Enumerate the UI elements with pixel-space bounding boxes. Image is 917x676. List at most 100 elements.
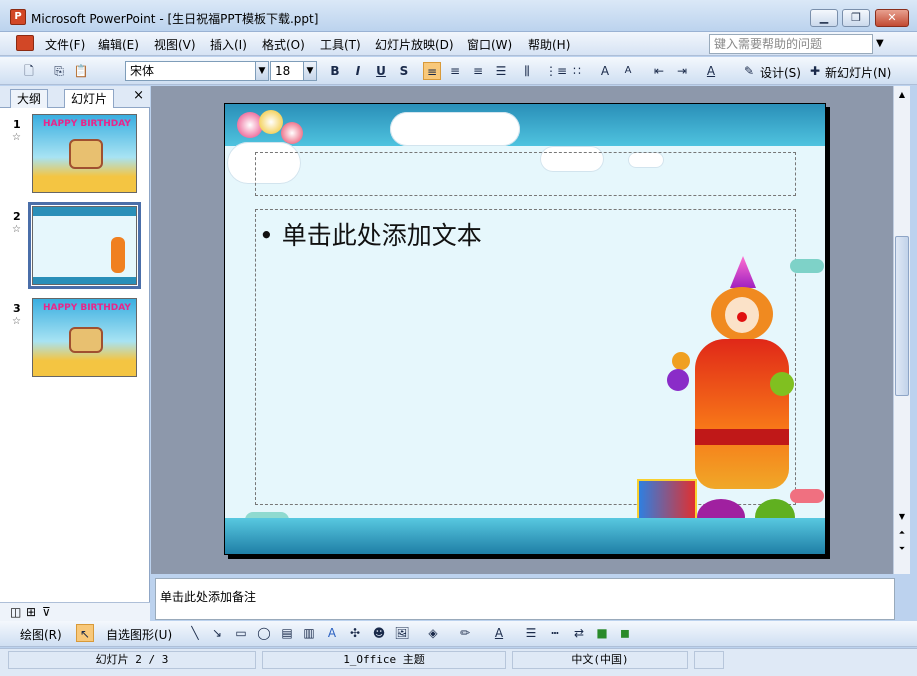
current-slide[interactable]: • 单击此处添加文本 [224,103,826,555]
sorter-view-icon[interactable]: ⊞ [26,605,36,619]
rectangle-tool-icon[interactable]: ▭ [232,624,250,642]
font-color-draw-icon[interactable]: A [490,624,508,642]
clown-body-image [695,339,789,489]
thumb-number-3: 3 [13,302,21,315]
design-button[interactable]: 设计(S) [760,64,801,81]
bold-button[interactable]: B [326,62,344,80]
thumb-number-1: 1 [13,118,21,131]
line-tool-icon[interactable]: ╲ [186,624,204,642]
distribute-icon[interactable]: ⫼ [518,62,536,80]
fill-color-icon[interactable]: ◈ [424,624,442,642]
view-buttons: ◫ ⊞ ⊽ [0,602,150,622]
paste-icon[interactable]: 📋 [72,62,90,80]
line-color-icon[interactable]: ✏ [456,624,474,642]
slide-thumbnail-1[interactable]: HAPPY BIRTHDAY [32,114,137,193]
menu-edit[interactable]: 编辑(E) [98,36,139,53]
document-menu-icon[interactable] [16,35,34,51]
textbox-tool-icon[interactable]: ▤ [278,624,296,642]
notes-pane[interactable]: 单击此处添加备注 [155,578,895,620]
slideshow-view-icon[interactable]: ⊽ [42,605,51,619]
cloud-image [390,112,520,146]
shadow-style-icon[interactable]: ■ [593,624,611,642]
candy-image [790,259,824,273]
diagram-icon[interactable]: ✣ [346,624,364,642]
font-dropdown-icon[interactable]: ▼ [255,61,269,81]
close-button[interactable]: ✕ [875,9,909,27]
3d-style-icon[interactable]: ◼ [616,624,634,642]
menu-format[interactable]: 格式(O) [262,36,305,53]
design-icon[interactable]: ✎ [740,62,758,80]
justify-icon[interactable]: ☰ [492,62,510,80]
menu-insert[interactable]: 插入(I) [210,36,247,53]
title-placeholder[interactable] [255,152,796,196]
juggling-ball-image [667,369,689,391]
size-dropdown-icon[interactable]: ▼ [303,61,317,81]
align-center-icon[interactable]: ≡ [446,62,464,80]
thumb-number-2: 2 [13,210,21,223]
menu-window[interactable]: 窗口(W) [467,36,512,53]
normal-view-icon[interactable]: ◫ [10,605,21,619]
align-right-icon[interactable]: ≡ [469,62,487,80]
draw-menu-button[interactable]: 绘图(R) [20,626,62,643]
clown-belt-image [695,429,789,445]
restore-icon: ❐ [851,11,861,24]
font-name-select[interactable]: 宋体 [125,61,257,81]
menu-slideshow[interactable]: 幻灯片放映(D) [375,36,454,53]
scroll-down-icon[interactable]: ▼ [895,510,909,524]
minimize-button[interactable]: ▁ [810,9,838,27]
window-title: Microsoft PowerPoint - [生日祝福PPT模板下载.ppt] [31,12,319,26]
tab-slides[interactable]: 幻灯片 [64,89,115,108]
line-style-icon[interactable]: ☰ [522,624,540,642]
lollipop-image [259,110,283,134]
help-search-input[interactable]: 键入需要帮助的问题 [709,34,873,54]
increase-font-icon[interactable]: A [596,62,614,80]
slide-thumbnail-3[interactable]: HAPPY BIRTHDAY [32,298,137,377]
scroll-thumb[interactable] [895,236,909,396]
font-color-icon[interactable]: A [702,62,720,80]
bullet-glyph: • [259,221,274,250]
restore-button[interactable]: ❐ [842,9,870,27]
previous-slide-icon[interactable]: ⏶ [895,526,909,540]
tab-outline[interactable]: 大纲 [10,89,49,108]
scroll-up-icon[interactable]: ▲ [895,88,909,102]
vertical-scrollbar[interactable]: ▲ ▼ ⏶ ⏷ [893,86,910,574]
select-pointer-icon[interactable]: ↖ [76,624,94,642]
increase-indent-icon[interactable]: ⇥ [673,62,691,80]
thumb-band [33,207,136,216]
arrow-style-icon[interactable]: ⇄ [570,624,588,642]
italic-button[interactable]: I [349,62,367,80]
menu-help[interactable]: 帮助(H) [528,36,570,53]
picture-icon[interactable]: 🖼 [393,624,411,642]
body-text: • 单击此处添加文本 [259,216,482,252]
top-band [225,104,825,146]
align-left-icon[interactable]: ≡ [423,62,441,80]
copy-icon[interactable]: ⎘ [50,62,68,80]
wordart-icon[interactable]: A [323,624,341,642]
arrow-tool-icon[interactable]: ↘ [208,624,226,642]
menu-file[interactable]: 文件(F) [45,36,85,53]
decrease-font-icon[interactable]: A [619,62,637,80]
panel-tabs: 大纲 幻灯片 × [0,86,150,108]
next-slide-icon[interactable]: ⏷ [895,542,909,556]
slide-thumbnail-2[interactable] [28,202,141,289]
new-file-icon[interactable]: 🗋 [20,62,38,80]
dash-style-icon[interactable]: ┅ [546,624,564,642]
powerpoint-icon[interactable]: P [10,9,26,25]
underline-button[interactable]: U [372,62,390,80]
autoshape-menu-button[interactable]: 自选图形(U) [106,626,172,643]
menu-tools[interactable]: 工具(T) [320,36,361,53]
new-slide-button[interactable]: 新幻灯片(N) [825,64,891,81]
vertical-textbox-icon[interactable]: ▥ [300,624,318,642]
new-slide-icon[interactable]: ✚ [806,62,824,80]
panel-close-icon[interactable]: × [133,88,144,103]
clipart-icon[interactable]: ☻ [370,624,388,642]
shadow-button[interactable]: S [395,62,413,80]
bottom-band [225,518,825,554]
ellipse-tool-icon[interactable]: ◯ [255,624,273,642]
menu-view[interactable]: 视图(V) [154,36,196,53]
decrease-indent-icon[interactable]: ⇤ [650,62,668,80]
font-size-select[interactable]: 18 [270,61,304,81]
bullet-list-icon[interactable]: ∷ [568,62,586,80]
numbered-list-icon[interactable]: ⋮≡ [545,62,567,80]
chevron-down-icon[interactable]: ▼ [876,38,884,49]
